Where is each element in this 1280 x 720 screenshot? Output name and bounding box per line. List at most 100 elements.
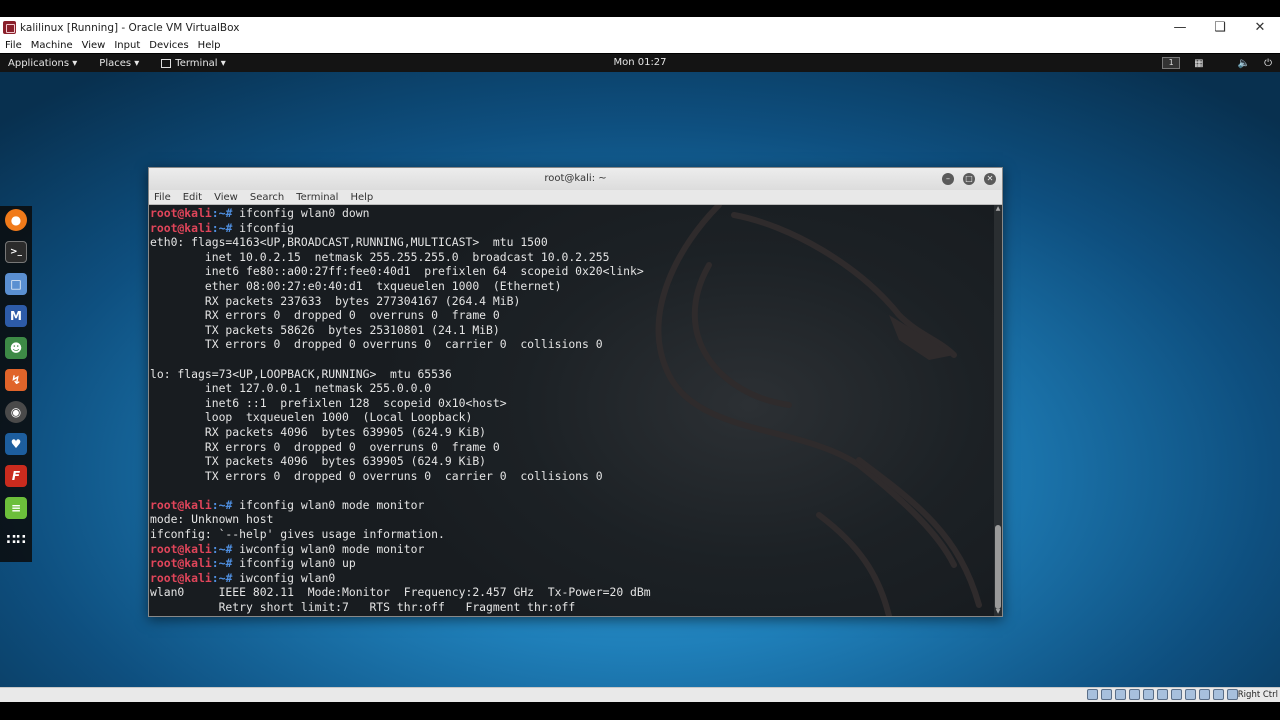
mouse-integration-icon[interactable]: [1213, 689, 1224, 700]
terminal-output-line: Retry short limit:7 RTS thr:off Fragment…: [150, 600, 651, 615]
terminal-menu-search[interactable]: Search: [250, 192, 284, 203]
faraday-icon[interactable]: F: [5, 465, 27, 487]
line-text: inet6 fe80::a00:27ff:fee0:40d1 prefixlen…: [150, 264, 644, 279]
terminal-menu-edit[interactable]: Edit: [183, 192, 202, 203]
terminal-prompt-line: root@kali:~# ifconfig wlan0 mode monitor: [150, 498, 651, 513]
terminal-output-line: TX packets 4096 bytes 639905 (624.9 KiB): [150, 454, 651, 469]
scroll-up-icon[interactable]: ▲: [994, 205, 1002, 213]
terminal-menubar: File Edit View Search Terminal Help: [149, 190, 1002, 205]
terminal-output-line: inet6 fe80::a00:27ff:fee0:40d1 prefixlen…: [150, 264, 651, 279]
guest-desktop: Applications ▾ Places ▾ Terminal ▾ Mon 0…: [0, 54, 1280, 687]
line-text: ifconfig: [239, 220, 295, 235]
terminal-minimize-button[interactable]: –: [942, 173, 954, 185]
terminal-output-line: wlan0 IEEE 802.11 Mode:Monitor Frequency…: [150, 585, 651, 600]
metasploit-icon[interactable]: M: [5, 305, 27, 327]
restore-button[interactable]: ❑: [1200, 17, 1240, 38]
terminal-prompt-line: root@kali:~# iwconfig wlan0: [150, 571, 651, 586]
line-text: eth0: flags=4163<UP,BROADCAST,RUNNING,MU…: [150, 235, 548, 250]
line-text: RX packets 4096 bytes 639905 (624.9 KiB): [150, 424, 487, 439]
terminal-output-line: loop txqueuelen 1000 (Local Loopback): [150, 410, 651, 425]
files-icon[interactable]: □: [5, 273, 27, 295]
terminal-icon[interactable]: >_: [5, 241, 27, 263]
terminal-maximize-button[interactable]: □: [963, 173, 975, 185]
power-icon[interactable]: ⏻: [1264, 58, 1272, 69]
prompt-user: root@kali: [150, 556, 212, 571]
vbox-statusbar: Right Ctrl: [0, 687, 1280, 702]
terminal-app-menu[interactable]: Terminal ▾: [161, 58, 226, 69]
vbox-menu-file[interactable]: File: [5, 40, 22, 51]
line-text: RX errors 0 dropped 0 overruns 0 frame 0: [150, 439, 500, 454]
terminal-menu-terminal[interactable]: Terminal: [296, 192, 338, 203]
cpu-icon[interactable]: [1199, 689, 1210, 700]
burpsuite-icon[interactable]: ↯: [5, 369, 27, 391]
display-icon[interactable]: [1171, 689, 1182, 700]
line-text: mode: Unknown host: [150, 512, 274, 527]
shared-folders-icon[interactable]: [1157, 689, 1168, 700]
terminal-output[interactable]: root@kali:~# ifconfig wlan0 down root@kal…: [149, 205, 994, 616]
prompt-user: root@kali: [150, 541, 212, 556]
leafpad-icon[interactable]: ≡: [5, 497, 27, 519]
terminal-menu-help[interactable]: Help: [350, 192, 373, 203]
maltego-icon[interactable]: ◉: [5, 401, 27, 423]
volume-icon[interactable]: 🔈: [1238, 58, 1250, 69]
usb-icon[interactable]: [1143, 689, 1154, 700]
terminal-scrollbar[interactable]: ▲ ▼: [994, 205, 1002, 616]
prompt-user: root@kali: [150, 220, 212, 235]
vbox-window-title: kalilinux [Running] - Oracle VM VirtualB…: [20, 21, 240, 34]
terminal-output-line: inet6 ::1 prefixlen 128 scopeid 0x10<hos…: [150, 396, 651, 411]
system-tray: 1 ▦ 🔈 ⏻: [1162, 54, 1272, 72]
line-text: iwconfig wlan0: [239, 570, 336, 585]
line-text: ifconfig wlan0 down: [239, 206, 370, 220]
terminal-menu-file[interactable]: File: [154, 192, 171, 203]
line-text: RX packets 237633 bytes 277304167 (264.4…: [150, 293, 521, 308]
terminal-close-button[interactable]: ✕: [984, 173, 996, 185]
prompt-path: :~#: [211, 220, 240, 235]
line-text: lo: flags=73<UP,LOOPBACK,RUNNING> mtu 65…: [150, 366, 452, 381]
network-adapter-icon[interactable]: [1129, 689, 1140, 700]
line-text: TX errors 0 dropped 0 overruns 0 carrier…: [150, 337, 603, 352]
video-capture-icon[interactable]: [1185, 689, 1196, 700]
clock[interactable]: Mon 01:27: [600, 54, 680, 72]
vbox-menu-devices[interactable]: Devices: [149, 40, 188, 51]
minimize-button[interactable]: —: [1160, 17, 1200, 38]
terminal-output-line: RX packets 4096 bytes 639905 (624.9 KiB): [150, 425, 651, 440]
terminal-window-title: root@kali: ~: [544, 173, 607, 184]
keyboard-icon[interactable]: [1227, 689, 1238, 700]
network-icon[interactable]: ▦: [1194, 58, 1203, 69]
firefox-icon[interactable]: ●: [5, 209, 27, 231]
terminal-text: root@kali:~# ifconfig wlan0 down root@kal…: [150, 206, 651, 615]
terminal-output-line: inet 10.0.2.15 netmask 255.255.255.0 bro…: [150, 250, 651, 265]
vbox-menu-view[interactable]: View: [82, 40, 106, 51]
hdd-icon[interactable]: [1087, 689, 1098, 700]
optical-drive-icon[interactable]: [1101, 689, 1112, 700]
scrollbar-thumb[interactable]: [995, 525, 1001, 609]
terminal-output-line: TX errors 0 dropped 0 overruns 0 carrier…: [150, 469, 651, 484]
terminal-prompt-line: root@kali:~# ifconfig wlan0 down: [150, 206, 651, 221]
terminal-output-line: RX packets 237633 bytes 277304167 (264.4…: [150, 294, 651, 309]
dash-dock: ● >_ □ M ☻ ↯ ◉ ♥ F ≡ ∷∷: [0, 206, 32, 562]
audio-icon[interactable]: [1115, 689, 1126, 700]
armitage-icon[interactable]: ☻: [5, 337, 27, 359]
terminal-menu-view[interactable]: View: [214, 192, 238, 203]
vbox-menu-machine[interactable]: Machine: [31, 40, 73, 51]
terminal-output-line: RX errors 0 dropped 0 overruns 0 frame 0: [150, 308, 651, 323]
line-text: TX packets 4096 bytes 639905 (624.9 KiB): [150, 454, 487, 469]
terminal-output-line: eth0: flags=4163<UP,BROADCAST,RUNNING,MU…: [150, 235, 651, 250]
terminal-titlebar[interactable]: root@kali: ~ – □ ✕: [149, 168, 1002, 190]
terminal-output-line: lo: flags=73<UP,LOOPBACK,RUNNING> mtu 65…: [150, 367, 651, 382]
terminal-prompt-line: root@kali:~# ifconfig wlan0 up: [150, 556, 651, 571]
line-text: ifconfig wlan0 mode monitor: [239, 497, 425, 512]
terminal-output-line: TX packets 58626 bytes 25310801 (24.1 Mi…: [150, 323, 651, 338]
line-text: TX packets 58626 bytes 25310801 (24.1 Mi…: [150, 322, 500, 337]
vbox-menu-help[interactable]: Help: [198, 40, 221, 51]
show-apps-icon[interactable]: ∷∷: [5, 529, 27, 551]
places-menu[interactable]: Places ▾: [99, 58, 139, 69]
host-key-label: Right Ctrl: [1237, 690, 1278, 700]
workspace-indicator[interactable]: 1: [1162, 57, 1181, 69]
applications-menu[interactable]: Applications ▾: [8, 58, 77, 69]
scroll-down-icon[interactable]: ▼: [994, 608, 1002, 616]
vbox-menu-input[interactable]: Input: [114, 40, 140, 51]
terminal-window[interactable]: root@kali: ~ – □ ✕ File Edit View Search…: [148, 167, 1003, 617]
close-button[interactable]: ✕: [1240, 17, 1280, 38]
beef-icon[interactable]: ♥: [5, 433, 27, 455]
